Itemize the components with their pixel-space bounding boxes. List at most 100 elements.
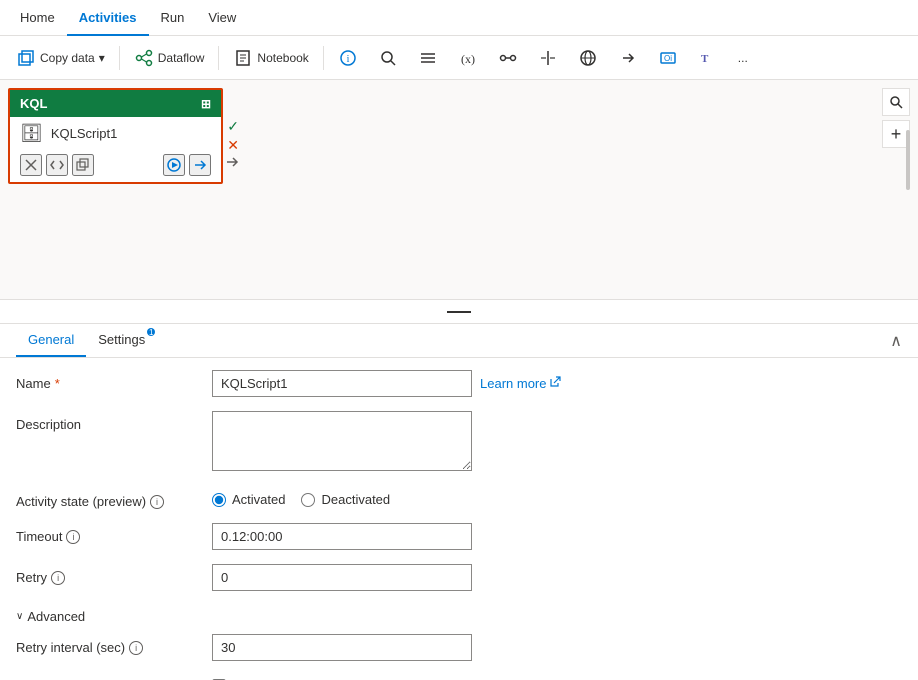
globe-icon xyxy=(578,48,598,68)
more-label: ... xyxy=(738,51,748,65)
kql-node-drag[interactable]: ⊞ xyxy=(201,97,211,111)
learn-more-link[interactable]: Learn more xyxy=(480,376,561,391)
kql-status-indicators: ✓ ✕ xyxy=(227,118,239,154)
form-area: Name * Learn more Description xyxy=(0,358,918,680)
copy-data-button[interactable]: Copy data ▾ xyxy=(8,44,113,72)
secure-output-row: Secure output i xyxy=(16,675,902,680)
dataflow-label: Dataflow xyxy=(158,51,205,65)
canvas-search-button[interactable] xyxy=(882,88,910,116)
tabs-bar: General Settings 1 ∧ xyxy=(0,324,918,358)
kql-arrow-right xyxy=(225,155,239,172)
activity-state-info-icon[interactable]: i xyxy=(150,495,164,509)
name-input[interactable] xyxy=(212,370,472,397)
nav-home[interactable]: Home xyxy=(8,0,67,36)
info-button[interactable]: i xyxy=(330,44,366,72)
svg-text:T: T xyxy=(701,53,709,65)
search-button[interactable] xyxy=(370,44,406,72)
kql-run-button[interactable] xyxy=(163,154,185,176)
globe-button[interactable] xyxy=(570,44,606,72)
kql-node-name: KQLScript1 xyxy=(51,126,117,141)
collapse-dash xyxy=(447,311,471,313)
dataflow-button[interactable]: Dataflow xyxy=(126,44,213,72)
nav-activities[interactable]: Activities xyxy=(67,0,149,36)
retry-interval-input[interactable] xyxy=(212,634,472,661)
copy-data-icon xyxy=(16,48,36,68)
teams-icon: T xyxy=(698,48,718,68)
nav-run[interactable]: Run xyxy=(149,0,197,36)
top-navigation: Home Activities Run View xyxy=(0,0,918,36)
notebook-label: Notebook xyxy=(257,51,308,65)
description-label: Description xyxy=(16,411,196,432)
name-row: Name * Learn more xyxy=(16,370,902,397)
retry-info-icon[interactable]: i xyxy=(51,571,65,585)
arrow-icon xyxy=(618,48,638,68)
copy-data-chevron: ▾ xyxy=(99,51,105,65)
kql-delete-button[interactable] xyxy=(20,154,42,176)
kql-status-x: ✕ xyxy=(227,137,239,154)
kql-node-body: 🗄 KQLScript1 xyxy=(10,117,221,150)
notebook-icon xyxy=(233,48,253,68)
timeout-info-icon[interactable]: i xyxy=(66,530,80,544)
collapse-bar[interactable] xyxy=(0,300,918,324)
teams-button[interactable]: T xyxy=(690,44,726,72)
tab-general-label: General xyxy=(28,332,74,347)
kql-node[interactable]: KQL ⊞ 🗄 KQLScript1 xyxy=(8,88,223,184)
panel-collapse-button[interactable]: ∧ xyxy=(890,331,902,351)
more-button[interactable]: ... xyxy=(730,47,756,69)
copy-data-label: Copy data xyxy=(40,51,95,65)
deactivated-radio[interactable] xyxy=(301,493,315,507)
timeout-row: Timeout i xyxy=(16,523,902,550)
kql-code-button[interactable] xyxy=(46,154,68,176)
nav-view[interactable]: View xyxy=(196,0,248,36)
settings-badge: 1 xyxy=(147,328,155,336)
lines-icon xyxy=(418,48,438,68)
external-link-icon xyxy=(549,376,561,391)
pipeline-button[interactable] xyxy=(490,44,526,72)
kql-copy-button[interactable] xyxy=(72,154,94,176)
bottom-panel: General Settings 1 ∧ Name * Learn more xyxy=(0,324,918,680)
retry-interval-label: Retry interval (sec) i xyxy=(16,634,196,655)
split-icon xyxy=(538,48,558,68)
name-required: * xyxy=(55,376,60,391)
svg-text:Oi: Oi xyxy=(664,54,672,63)
toolbar: Copy data ▾ Dataflow Notebook i (x) xyxy=(0,36,918,80)
retry-row: Retry i xyxy=(16,564,902,591)
description-input[interactable] xyxy=(212,411,472,471)
dataflow-icon xyxy=(134,48,154,68)
activity-state-label: Activity state (preview) i xyxy=(16,488,196,509)
kql-arrow-button[interactable] xyxy=(189,154,211,176)
variable-icon: (x) xyxy=(458,48,478,68)
description-row: Description xyxy=(16,411,902,474)
name-control: Learn more xyxy=(212,370,902,397)
secure-output-control xyxy=(212,675,902,680)
activated-radio[interactable] xyxy=(212,493,226,507)
lines-button[interactable] xyxy=(410,44,446,72)
retry-interval-row: Retry interval (sec) i xyxy=(16,634,902,661)
arrow-button[interactable] xyxy=(610,44,646,72)
learn-more-text: Learn more xyxy=(480,376,546,391)
kql-node-title: KQL xyxy=(20,96,47,111)
advanced-chevron-icon: ∨ xyxy=(16,611,23,622)
timeout-input[interactable] xyxy=(212,523,472,550)
svg-text:i: i xyxy=(346,54,349,65)
activated-radio-label[interactable]: Activated xyxy=(212,492,285,507)
advanced-toggle[interactable]: ∨ Advanced xyxy=(16,605,902,634)
notebook-button[interactable]: Notebook xyxy=(225,44,316,72)
kql-node-actions xyxy=(10,150,221,182)
retry-interval-info-icon[interactable]: i xyxy=(129,641,143,655)
advanced-label: Advanced xyxy=(27,609,85,624)
kql-status-check: ✓ xyxy=(227,118,239,135)
description-control xyxy=(212,411,902,474)
canvas-scrollbar[interactable] xyxy=(906,130,910,190)
outlook-button[interactable]: Oi xyxy=(650,44,686,72)
tab-settings[interactable]: Settings 1 xyxy=(86,324,157,357)
pipeline-canvas: KQL ⊞ 🗄 KQLScript1 xyxy=(0,80,918,300)
variable-button[interactable]: (x) xyxy=(450,44,486,72)
split-button[interactable] xyxy=(530,44,566,72)
retry-input[interactable] xyxy=(212,564,472,591)
tab-general[interactable]: General xyxy=(16,324,86,357)
kql-node-db-icon: 🗄 xyxy=(20,123,43,144)
activated-label: Activated xyxy=(232,492,285,507)
outlook-icon: Oi xyxy=(658,48,678,68)
deactivated-radio-label[interactable]: Deactivated xyxy=(301,492,390,507)
